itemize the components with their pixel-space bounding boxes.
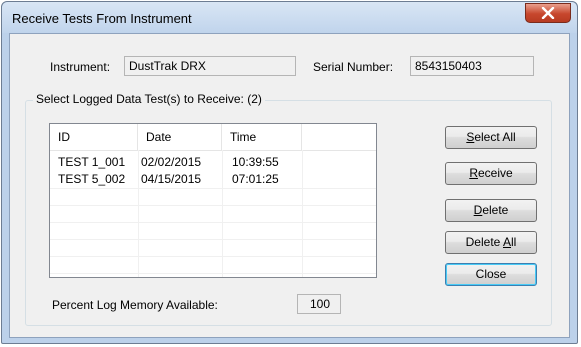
cell-id: TEST 5_002 [58, 172, 126, 186]
cell-date: 02/02/2015 [141, 155, 202, 169]
delete-all-button[interactable]: Delete All [445, 231, 537, 254]
grid-line [50, 239, 376, 240]
delete-button[interactable]: Delete [445, 199, 537, 222]
grid-line [138, 150, 139, 277]
instrument-label: Instrument: [50, 60, 111, 74]
select-all-button[interactable]: Select All [445, 126, 537, 149]
close-button[interactable]: Close [445, 263, 537, 286]
grid-line [50, 188, 376, 189]
grid-line [222, 150, 223, 277]
delete-all-label-pre: Delete [465, 235, 503, 249]
serial-number-field: 8543150403 [410, 56, 534, 76]
cell-id: TEST 1_001 [58, 155, 126, 169]
grid-line [50, 222, 376, 223]
receive-button[interactable]: Receive [445, 162, 537, 185]
grid-line [50, 256, 376, 257]
cell-date: 04/15/2015 [141, 172, 202, 186]
memory-field: 100 [297, 294, 341, 314]
cell-time: 07:01:25 [232, 172, 279, 186]
delete-mnemonic: D [473, 203, 483, 217]
grid-line [50, 205, 376, 206]
column-header-id[interactable]: ID [50, 124, 138, 150]
delete-all-mnemonic: A [503, 235, 512, 249]
memory-label: Percent Log Memory Available: [52, 298, 218, 312]
delete-all-label-rest: ll [511, 235, 517, 249]
instrument-field: DustTrak DRX [124, 56, 296, 76]
receive-mnemonic: R [469, 166, 478, 180]
serial-number-label: Serial Number: [313, 60, 394, 74]
receive-label: eceive [477, 166, 513, 180]
close-icon [541, 7, 555, 19]
window-close-button[interactable] [525, 3, 571, 23]
list-row[interactable]: TEST 1_001 02/02/2015 10:39:55 [50, 154, 376, 171]
grid-line [302, 150, 303, 277]
grid-line [50, 273, 376, 274]
tests-listview[interactable]: ID Date Time TEST 1_001 02/02/2015 10:39… [49, 123, 377, 278]
column-header-date[interactable]: Date [138, 124, 222, 150]
cell-time: 10:39:55 [232, 155, 279, 169]
listview-header: ID Date Time [50, 124, 376, 151]
list-row[interactable]: TEST 5_002 04/15/2015 07:01:25 [50, 171, 376, 188]
delete-label: elete [482, 203, 509, 217]
select-all-label: elect All [474, 130, 516, 144]
column-header-time[interactable]: Time [222, 124, 302, 150]
title-bar[interactable]: Receive Tests From Instrument [2, 2, 577, 33]
groupbox-label: Select Logged Data Test(s) to Receive: (… [33, 92, 265, 106]
window-title: Receive Tests From Instrument [12, 11, 192, 26]
